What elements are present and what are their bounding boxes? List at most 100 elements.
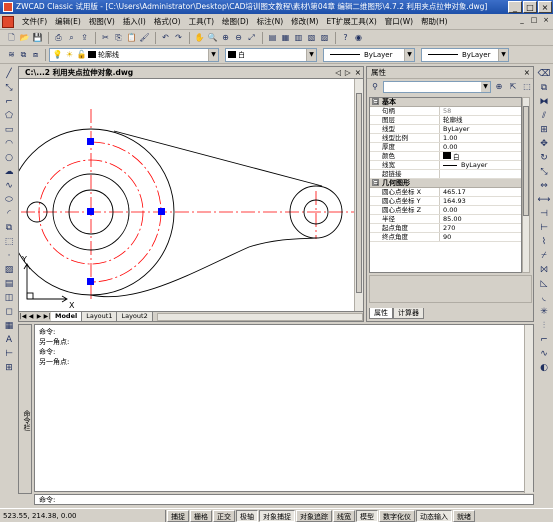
- copy-object-icon[interactable]: ⧉: [537, 82, 551, 95]
- gradient-icon[interactable]: ▤: [2, 278, 16, 291]
- status-otrack[interactable]: 对象追踪: [296, 509, 332, 522]
- quick-select-icon[interactable]: ⊕: [493, 81, 505, 93]
- status-tablet[interactable]: 数字化仪: [379, 509, 415, 522]
- mirror-icon[interactable]: ⧓: [537, 96, 551, 109]
- property-row[interactable]: 圆心点坐标 Y 164.93: [370, 197, 521, 206]
- zoom-realtime-icon[interactable]: 🔍: [207, 32, 218, 43]
- property-row[interactable]: 线型 ByLayer: [370, 125, 521, 134]
- maximize-button[interactable]: □: [523, 1, 537, 13]
- property-row[interactable]: 终点角度 90: [370, 233, 521, 242]
- trim-icon[interactable]: ⊣: [537, 208, 551, 221]
- status-model[interactable]: 模型: [356, 509, 378, 522]
- align-icon[interactable]: ⫶: [537, 320, 551, 333]
- break-icon[interactable]: ⌿: [537, 250, 551, 263]
- section-geometry[interactable]: ⊟ 几何图形: [370, 179, 521, 188]
- tab-calculator[interactable]: 计算器: [393, 308, 424, 319]
- open-icon[interactable]: 📂: [19, 32, 30, 43]
- publish-icon[interactable]: ⇪: [79, 32, 90, 43]
- hatch-icon[interactable]: ▨: [2, 264, 16, 277]
- design-center-icon[interactable]: ▦: [280, 32, 291, 43]
- break-at-point-icon[interactable]: ⌇: [537, 236, 551, 249]
- scroll-thumb[interactable]: [523, 106, 529, 216]
- join-icon[interactable]: ⨝: [537, 264, 551, 277]
- menu-file[interactable]: 文件(F): [18, 16, 51, 27]
- offset-icon[interactable]: ⫽: [537, 110, 551, 123]
- horizontal-scrollbar[interactable]: [156, 312, 363, 321]
- tool-palettes-icon[interactable]: ▥: [293, 32, 304, 43]
- markup-icon[interactable]: ▨: [319, 32, 330, 43]
- property-row[interactable]: 线宽 ByLayer: [370, 161, 521, 170]
- wipeout-icon[interactable]: ◻: [2, 306, 16, 319]
- array-icon[interactable]: ⊞: [537, 124, 551, 137]
- grid-icon[interactable]: ⊞: [2, 362, 16, 375]
- command-history[interactable]: 命令: 另一角点: 命令: 另一角点:: [34, 324, 534, 493]
- command-input[interactable]: 命令:: [34, 494, 534, 505]
- layer-previous-icon[interactable]: ⧉: [18, 49, 29, 60]
- move-icon[interactable]: ✥: [537, 138, 551, 151]
- scroll-thumb[interactable]: [356, 93, 362, 293]
- arc-icon[interactable]: ◠: [2, 138, 16, 151]
- tab-properties[interactable]: 属性: [369, 308, 393, 319]
- command-bar-handle[interactable]: 命令栏: [18, 324, 32, 494]
- chevron-down-icon[interactable]: ▼: [208, 48, 218, 61]
- polyline-icon[interactable]: ⌐: [2, 96, 16, 109]
- tab-prev-icon[interactable]: ◁: [335, 67, 341, 79]
- menu-view[interactable]: 视图(V): [85, 16, 119, 27]
- revision-cloud-icon[interactable]: ☁: [2, 166, 16, 179]
- menu-et-tools[interactable]: ET扩展工具(X): [322, 16, 380, 27]
- ellipse-icon[interactable]: ⬭: [2, 194, 16, 207]
- status-snap[interactable]: 捕捉: [167, 509, 189, 522]
- doc-close-button[interactable]: ×: [541, 16, 551, 26]
- scale-icon[interactable]: ⤡: [537, 166, 551, 179]
- rectangle-icon[interactable]: ▭: [2, 124, 16, 137]
- properties-match-icon[interactable]: ◐: [537, 362, 551, 375]
- document-tab[interactable]: C:\...2 利用夹点拉伸对象.dwg ◁ ▷ ×: [19, 67, 363, 79]
- linetype-combo[interactable]: ByLayer ▼: [323, 47, 415, 62]
- chevron-down-icon[interactable]: ▼: [404, 48, 414, 61]
- pan-icon[interactable]: ✋: [194, 32, 205, 43]
- property-row[interactable]: 圆心点坐标 Z 0.00: [370, 206, 521, 215]
- stretch-icon[interactable]: ⇔: [537, 180, 551, 193]
- property-row[interactable]: 圆心点坐标 X 465.17: [370, 188, 521, 197]
- copy-icon[interactable]: ⎘: [113, 32, 124, 43]
- next-tab-icon[interactable]: ▶: [35, 313, 43, 320]
- chevron-down-icon[interactable]: ▼: [306, 48, 316, 61]
- first-tab-icon[interactable]: |◀: [19, 313, 27, 320]
- close-button[interactable]: ×: [538, 1, 552, 13]
- color-combo[interactable]: 白 ▼: [225, 47, 317, 62]
- app-menu-icon[interactable]: [2, 15, 14, 28]
- menu-help[interactable]: 帮助(H): [417, 16, 452, 27]
- status-grid[interactable]: 栅格: [190, 509, 212, 522]
- mtext-icon[interactable]: A: [2, 334, 16, 347]
- properties-scrollbar[interactable]: [522, 97, 530, 273]
- property-row[interactable]: 半径 85.00: [370, 215, 521, 224]
- property-row[interactable]: 线型比例 1.00: [370, 134, 521, 143]
- fillet-icon[interactable]: ◟: [537, 292, 551, 305]
- command-scrollbar[interactable]: [524, 325, 533, 493]
- property-row[interactable]: 厚度 0.00: [370, 143, 521, 152]
- cut-icon[interactable]: ✂: [100, 32, 111, 43]
- lengthen-icon[interactable]: ⟷: [537, 194, 551, 207]
- layer-states-icon[interactable]: ⧈: [30, 49, 41, 60]
- collapse-icon[interactable]: ⊟: [372, 98, 379, 106]
- doc-restore-button[interactable]: □: [529, 16, 539, 26]
- status-lineweight[interactable]: 线宽: [333, 509, 355, 522]
- selection-dropdown[interactable]: ▼: [383, 81, 491, 93]
- section-basic[interactable]: ⊟ 基本: [370, 98, 521, 107]
- preview-icon[interactable]: ⌕: [66, 32, 77, 43]
- menu-edit[interactable]: 编辑(E): [51, 16, 85, 27]
- property-row[interactable]: 超链接: [370, 170, 521, 179]
- chamfer-icon[interactable]: ◺: [537, 278, 551, 291]
- layer-combo[interactable]: 💡 ☀ 🔓 轮廓线 ▼: [49, 47, 219, 62]
- point-icon[interactable]: ·: [2, 250, 16, 263]
- rotate-icon[interactable]: ↻: [537, 152, 551, 165]
- menu-format[interactable]: 格式(O): [150, 16, 185, 27]
- tab-layout1[interactable]: Layout1: [82, 312, 118, 321]
- extend-icon[interactable]: ⊢: [537, 222, 551, 235]
- close-icon[interactable]: ×: [524, 67, 530, 79]
- edit-polyline-icon[interactable]: ⌐: [537, 334, 551, 347]
- calculator-icon[interactable]: ▧: [306, 32, 317, 43]
- chevron-down-icon[interactable]: ▼: [498, 48, 508, 61]
- help-icon[interactable]: ?: [340, 32, 351, 43]
- lineweight-combo[interactable]: ByLayer ▼: [421, 47, 509, 62]
